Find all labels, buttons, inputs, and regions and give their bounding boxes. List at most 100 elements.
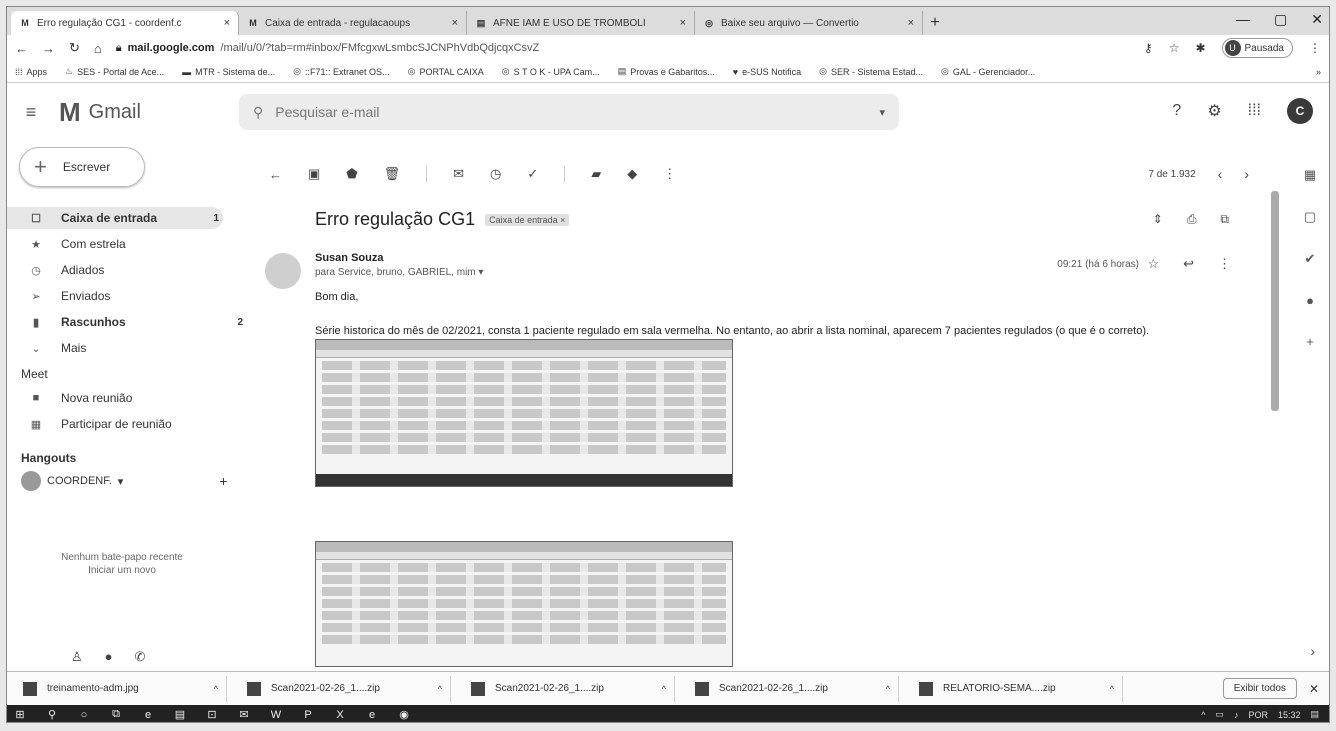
- attached-screenshot-image[interactable]: [315, 339, 733, 487]
- minimize-icon[interactable]: —: [1236, 11, 1250, 28]
- ie-icon[interactable]: e: [365, 709, 379, 721]
- report-spam-icon[interactable]: ⬟: [346, 166, 357, 182]
- bookmark-gal[interactable]: ◎ GAL - Gerenciador...: [941, 66, 1035, 77]
- close-icon[interactable]: ×: [908, 17, 914, 29]
- mark-unread-icon[interactable]: ✉: [453, 166, 464, 182]
- download-item[interactable]: Scan2021-02-26_1....zip ^: [239, 675, 451, 702]
- edge-icon[interactable]: e: [141, 709, 155, 721]
- open-new-window-icon[interactable]: ⧉: [1220, 212, 1229, 227]
- powerpoint-icon[interactable]: P: [301, 709, 315, 721]
- help-icon[interactable]: ?: [1172, 102, 1181, 120]
- close-icon[interactable]: ×: [680, 17, 686, 29]
- tasks-icon[interactable]: ✔: [1305, 251, 1316, 267]
- chrome-icon[interactable]: ◉: [397, 708, 411, 721]
- notifications-icon[interactable]: ▤: [1310, 709, 1319, 720]
- add-task-icon[interactable]: ✓: [527, 166, 538, 182]
- close-icon[interactable]: ✕: [1309, 682, 1319, 696]
- star-icon[interactable]: ☆: [1169, 41, 1180, 55]
- chevron-right-icon[interactable]: ›: [1244, 166, 1249, 182]
- sidebar-item-inbox[interactable]: ☐ Caixa de entrada 1: [7, 207, 223, 229]
- store-icon[interactable]: ⊡: [205, 708, 219, 721]
- person-icon[interactable]: ♙: [71, 649, 83, 665]
- bookmark-stok[interactable]: ◎ S T O K - UPA Cam...: [502, 66, 600, 77]
- more-icon[interactable]: ⋮: [663, 166, 676, 182]
- chevron-up-icon[interactable]: ^: [1110, 684, 1114, 694]
- download-item[interactable]: RELATÓRIO-SEMA....zip ^: [911, 675, 1123, 702]
- volume-icon[interactable]: ♪: [1234, 710, 1239, 720]
- sidebar-item-snoozed[interactable]: ◷ Adiados: [7, 259, 247, 281]
- archive-icon[interactable]: ▣: [308, 166, 320, 182]
- sidebar-item-sent[interactable]: ➢ Enviados: [7, 285, 247, 307]
- close-window-icon[interactable]: ✕: [1311, 11, 1323, 28]
- mail-icon[interactable]: ✉: [237, 708, 251, 721]
- download-item[interactable]: treinamento-adm.jpg ^: [15, 675, 227, 702]
- sidebar-item-starred[interactable]: ★ Com estrela: [7, 233, 247, 255]
- chevron-up-icon[interactable]: ^: [214, 684, 218, 694]
- chevron-up-icon[interactable]: ^: [662, 684, 666, 694]
- chevron-up-icon[interactable]: ^: [1201, 710, 1205, 720]
- chevron-left-icon[interactable]: ‹: [1218, 166, 1223, 182]
- tab-2[interactable]: M Caixa de entrada - regulacaoups ×: [239, 11, 467, 35]
- tab-1[interactable]: M Erro regulação CG1 - coordenf.c ×: [11, 11, 239, 35]
- star-icon[interactable]: ☆: [1147, 256, 1159, 272]
- bookmark-ses[interactable]: ♨ SES - Portal de Ace...: [65, 66, 164, 77]
- tab-3[interactable]: ▤ AFNE IAM E USO DE TROMBOLÍ ×: [467, 11, 695, 35]
- maximize-icon[interactable]: ▢: [1274, 11, 1287, 28]
- reply-icon[interactable]: ↩: [1183, 256, 1194, 272]
- chevron-up-icon[interactable]: ^: [438, 684, 442, 694]
- scrollbar[interactable]: [1271, 191, 1279, 411]
- apps-grid-icon[interactable]: ⁞⁞⁞: [1248, 102, 1261, 120]
- add-addon-icon[interactable]: +: [1306, 334, 1314, 349]
- delete-icon[interactable]: 🗑︎: [384, 166, 401, 182]
- move-to-icon[interactable]: ▰: [591, 166, 601, 182]
- clock[interactable]: 15:32: [1278, 710, 1301, 720]
- tab-4[interactable]: ◎ Baixe seu arquivo — Convertio ×: [695, 11, 923, 35]
- settings-icon[interactable]: ⚙: [1207, 101, 1221, 121]
- close-icon[interactable]: ×: [224, 17, 230, 29]
- key-icon[interactable]: ⚷: [1144, 41, 1153, 55]
- extensions-icon[interactable]: ✱: [1195, 41, 1205, 55]
- account-avatar[interactable]: C: [1287, 98, 1313, 124]
- phone-icon[interactable]: ✆: [135, 649, 146, 665]
- more-icon[interactable]: ⋮: [1218, 256, 1231, 272]
- bookmarks-more[interactable]: »: [1316, 67, 1321, 77]
- collapse-all-icon[interactable]: ⇕: [1153, 212, 1163, 227]
- bookmark-portal-caixa[interactable]: ◎ PORTAL CAIXA: [408, 66, 484, 77]
- back-arrow-icon[interactable]: ←: [269, 167, 282, 182]
- download-item[interactable]: Scan2021-02-26_1....zip ^: [463, 675, 675, 702]
- recipients[interactable]: para Service, bruno, GABRIEL, mim ▾: [315, 267, 483, 278]
- print-icon[interactable]: ⎙: [1187, 212, 1197, 227]
- inbox-label-chip[interactable]: Caixa de entrada ×: [485, 213, 570, 226]
- compose-button[interactable]: + Escrever: [19, 147, 145, 187]
- gmail-logo[interactable]: M Gmail: [59, 97, 141, 128]
- keep-icon[interactable]: ▢: [1304, 209, 1316, 225]
- sidebar-item-more[interactable]: ⌄ Mais: [7, 337, 247, 359]
- chat-bubble-icon[interactable]: ●: [105, 649, 113, 665]
- close-icon[interactable]: ×: [452, 17, 458, 29]
- home-icon[interactable]: ⌂: [94, 41, 102, 56]
- attached-screenshot-image[interactable]: [315, 541, 733, 667]
- bookmark-esus[interactable]: ♥ e-SUS Notifica: [733, 67, 801, 77]
- download-item[interactable]: Scan2021-02-26_1....zip ^: [687, 675, 899, 702]
- search-input[interactable]: ⚲ Pesquisar e-mail ▾: [239, 94, 899, 130]
- hangouts-user[interactable]: COORDENF. ▾ +: [7, 471, 247, 491]
- sidebar-item-drafts[interactable]: ▮ Rascunhos 2: [7, 311, 247, 333]
- add-chat-icon[interactable]: +: [219, 473, 227, 489]
- calendar-icon[interactable]: ▦: [1304, 167, 1316, 183]
- cortana-icon[interactable]: ○: [77, 709, 91, 721]
- expand-panel-icon[interactable]: ›: [1310, 643, 1315, 659]
- bookmark-f71[interactable]: ◎::F71:: Extranet OS...: [293, 66, 389, 77]
- bookmark-ser[interactable]: ◎ SER - Sistema Estad...: [819, 66, 923, 77]
- label-icon[interactable]: ◆: [627, 166, 637, 182]
- bookmark-apps[interactable]: ⁞⁞⁞ Apps: [15, 67, 47, 77]
- windows-start-icon[interactable]: ⊞: [13, 708, 27, 721]
- meet-new-meeting[interactable]: ■ Nova reunião: [7, 387, 247, 409]
- chevron-down-icon[interactable]: ▾: [118, 475, 124, 488]
- bookmark-provas[interactable]: ▤ Provas e Gabaritos...: [618, 66, 715, 77]
- search-icon[interactable]: ⚲: [45, 708, 59, 721]
- back-icon[interactable]: ←: [15, 41, 28, 56]
- meet-join-meeting[interactable]: ▦ Participar de reunião: [7, 413, 247, 435]
- kebab-menu-icon[interactable]: ⋮: [1309, 41, 1321, 55]
- main-menu-icon[interactable]: ≡: [19, 102, 43, 123]
- forward-icon[interactable]: →: [42, 41, 55, 56]
